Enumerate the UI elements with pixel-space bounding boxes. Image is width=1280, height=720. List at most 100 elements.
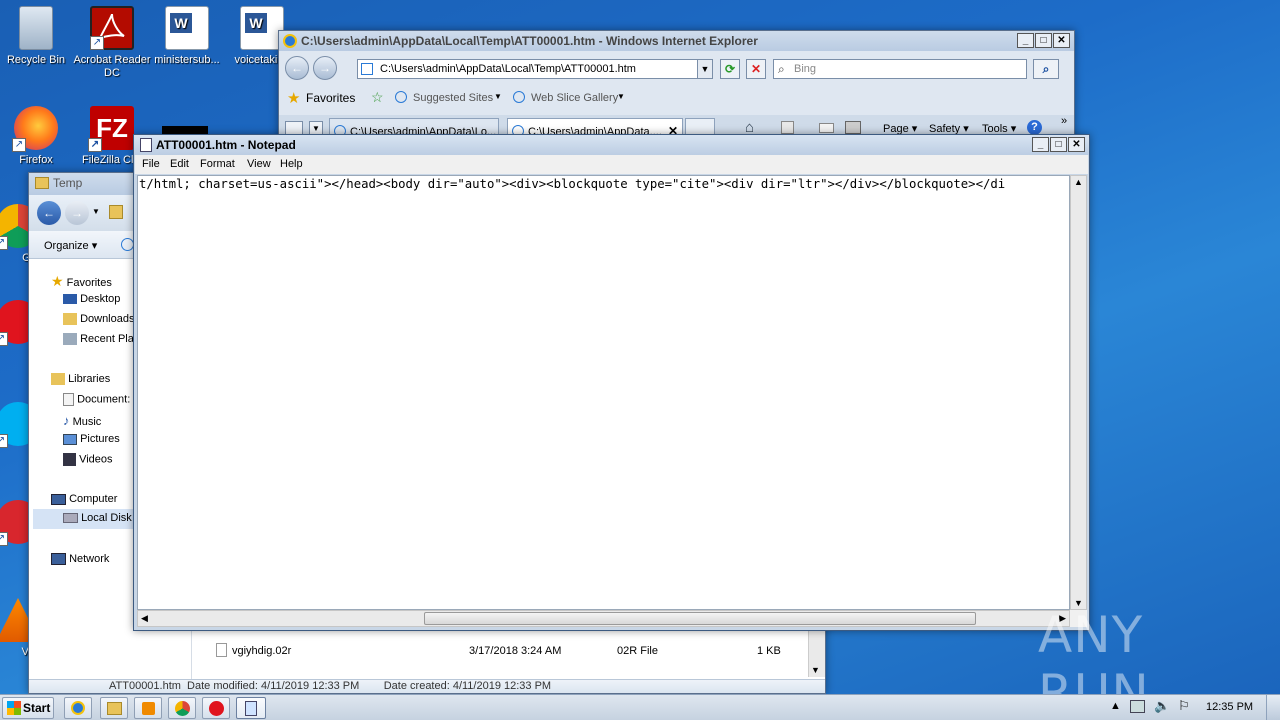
maximize-icon[interactable]: □ (1035, 33, 1052, 48)
minimize-icon[interactable]: _ (1017, 33, 1034, 48)
desktop-icon-firefox[interactable]: ↗ Firefox (0, 106, 76, 167)
horizontal-scroll-thumb[interactable] (424, 612, 976, 625)
music-icon: ♪ (63, 413, 70, 428)
folder-icon (107, 702, 122, 715)
help-icon[interactable]: ? (1027, 120, 1042, 135)
menu-format[interactable]: Format (200, 158, 235, 170)
scroll-left-icon[interactable]: ◀ (141, 613, 148, 624)
nav-desktop[interactable]: Desktop (63, 293, 120, 305)
chevron-right-icon[interactable]: » (1061, 115, 1067, 127)
menu-edit[interactable]: Edit (170, 158, 189, 170)
nav-pictures[interactable]: Pictures (63, 433, 120, 445)
nav-computer[interactable]: Computer (51, 493, 117, 505)
shortcut-icon (162, 126, 208, 134)
taskbar-chrome[interactable] (168, 697, 196, 719)
nav-recent[interactable]: Recent Pla (63, 333, 134, 346)
notepad-window[interactable]: ATT00001.htm - Notepad _ □ ✕ File Edit F… (133, 134, 1090, 631)
close-icon[interactable]: ✕ (1068, 137, 1085, 152)
desktop-icon-recycle-bin[interactable]: Recycle Bin (0, 6, 76, 67)
file-size: 1 KB (757, 645, 781, 657)
minimize-icon[interactable]: _ (1032, 137, 1049, 152)
horizontal-scrollbar[interactable]: ◀ ▶ (137, 610, 1070, 627)
volume-icon[interactable]: 🔈 (1154, 698, 1170, 714)
print-icon[interactable] (845, 121, 861, 134)
notepad-icon (245, 701, 257, 716)
nav-network[interactable]: Network (51, 553, 110, 566)
desktop-icon-label: ministersub... (154, 54, 220, 66)
taskbar-notepad[interactable] (236, 697, 266, 719)
nav-favorites[interactable]: ★ Favorites (51, 273, 112, 290)
back-button[interactable]: ← (37, 201, 61, 225)
ie-window-controls: _ □ ✕ (1017, 33, 1070, 48)
taskbar-explorer[interactable] (100, 697, 128, 719)
table-row[interactable]: vgiyhdig.02r 3/17/2018 3:24 AM 02R File … (192, 641, 808, 661)
mail-icon[interactable] (819, 123, 834, 133)
scroll-up-icon[interactable]: ▲ (1074, 177, 1083, 187)
notepad-menubar: File Edit Format View Help (135, 155, 1088, 174)
ie-address-bar[interactable]: C:\Users\admin\AppData\Local\Temp\ATT000… (357, 59, 713, 79)
taskbar-ie[interactable] (64, 697, 92, 719)
forward-button[interactable]: → (65, 201, 89, 225)
notepad-window-controls: _ □ ✕ (1032, 137, 1085, 152)
chevron-down-icon[interactable]: ▼ (697, 60, 712, 78)
ie-back-button[interactable]: ← (285, 56, 309, 80)
start-button[interactable]: Start (2, 697, 54, 719)
scroll-down-icon[interactable]: ▼ (811, 665, 820, 675)
show-hidden-icons[interactable]: ▲ (1110, 700, 1121, 712)
show-desktop-button[interactable] (1266, 695, 1280, 720)
nav-videos[interactable]: Videos (63, 453, 113, 466)
taskbar-media-player[interactable] (134, 697, 162, 719)
notepad-editor[interactable]: t/html; charset=us-ascii"></head><body d… (137, 175, 1070, 610)
ie-refresh-button[interactable]: ⟳ (720, 59, 740, 79)
ie-titlebar[interactable]: C:\Users\admin\AppData\Local\Temp\ATT000… (279, 31, 1074, 51)
ie-stop-button[interactable]: ✕ (746, 59, 766, 79)
opera-icon (209, 701, 224, 716)
chrome-icon (175, 701, 190, 716)
nav-videos-label: Videos (79, 453, 113, 466)
add-favorites-icon[interactable]: ☆ (371, 89, 384, 106)
file-date: 3/17/2018 3:24 AM (469, 645, 562, 657)
search-icon[interactable]: ⌕ (1033, 59, 1059, 79)
ie-search-input[interactable]: ⌕ Bing (773, 59, 1027, 79)
taskbar: Start ▲ 🔈 ⚐ 12:35 PM (0, 694, 1280, 720)
maximize-icon[interactable]: □ (1050, 137, 1067, 152)
nav-network-label: Network (69, 553, 110, 565)
favorites-button[interactable]: Favorites (306, 91, 355, 105)
libraries-icon (51, 373, 65, 386)
network-tray-icon[interactable] (1130, 700, 1145, 713)
nav-downloads-label: Downloads (80, 313, 135, 325)
menu-view[interactable]: View (247, 158, 271, 170)
ie-icon (71, 701, 85, 715)
chevron-down-icon[interactable]: ▼ (92, 207, 100, 216)
action-center-flag-icon[interactable]: ⚐ (1178, 698, 1190, 714)
watermark: ANY RUN (1038, 606, 1238, 720)
file-type: 02R File (617, 645, 658, 657)
feeds-icon[interactable] (781, 121, 794, 134)
favorites-star-icon: ★ (287, 90, 301, 107)
videos-icon (63, 453, 76, 466)
nav-libraries[interactable]: Libraries (51, 373, 110, 386)
organize-button[interactable]: Organize ▾ (44, 239, 97, 252)
desktop-icon-ministersub[interactable]: W ministersub... (147, 6, 227, 67)
nav-downloads[interactable]: Downloads (63, 313, 135, 326)
menu-file[interactable]: File (142, 158, 160, 170)
suggested-sites-link[interactable]: Suggested Sites (413, 92, 493, 104)
ie-window[interactable]: C:\Users\admin\AppData\Local\Temp\ATT000… (278, 30, 1075, 145)
notepad-titlebar[interactable]: ATT00001.htm - Notepad _ □ ✕ (134, 135, 1089, 155)
close-icon[interactable]: ✕ (1053, 33, 1070, 48)
nav-documents[interactable]: Document: (63, 393, 130, 406)
ie-page-icon (513, 91, 525, 103)
details-text: ATT00001.htm Date modified: 4/11/2019 12… (109, 680, 552, 692)
nav-music[interactable]: ♪ Music (63, 413, 101, 428)
nav-desktop-label: Desktop (80, 293, 121, 305)
clock[interactable]: 12:35 PM (1206, 701, 1253, 713)
taskbar-opera[interactable] (202, 697, 230, 719)
computer-icon (51, 493, 66, 505)
desktop-icon-acrobat[interactable]: ↗ Acrobat Reader DC (72, 6, 152, 80)
recent-places-icon (63, 333, 77, 346)
web-slice-gallery-link[interactable]: Web Slice Gallery (531, 92, 618, 104)
file-list-scrollbar[interactable]: ▼ (808, 625, 825, 677)
menu-help[interactable]: Help (280, 158, 303, 170)
vertical-scrollbar[interactable]: ▲ ▼ (1070, 175, 1087, 610)
ie-forward-button[interactable]: → (313, 56, 337, 80)
